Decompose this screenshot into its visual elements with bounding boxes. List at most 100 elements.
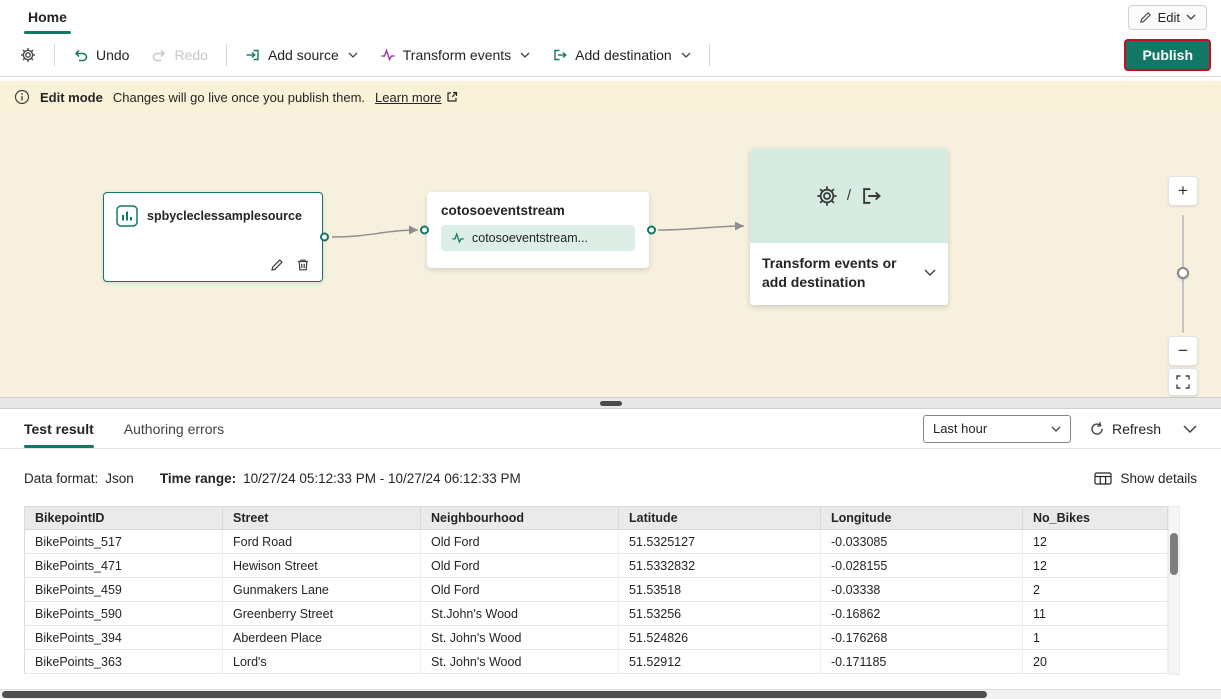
banner-title: Edit mode [40, 90, 103, 105]
placeholder-node-footer: Transform events or add destination [750, 243, 948, 305]
table-cell: 51.53518 [619, 578, 821, 602]
transform-events-button[interactable]: Transform events [370, 40, 540, 70]
chevron-down-icon [348, 52, 358, 58]
time-range-select[interactable]: Last hour [923, 415, 1071, 443]
table-cell: -0.171185 [821, 650, 1023, 674]
table-cell: 20 [1023, 650, 1168, 674]
ribbon-toolbar: Undo Redo Add source Transform events [0, 34, 1221, 77]
undo-button[interactable]: Undo [63, 40, 139, 70]
eventstream-input-port[interactable] [420, 226, 429, 235]
add-source-label: Add source [268, 47, 339, 63]
eventstream-canvas[interactable]: spbycleclessamplesource cotosoeventstrea… [0, 113, 1221, 397]
table-cell: BikePoints_363 [25, 650, 223, 674]
show-details-label: Show details [1120, 471, 1197, 486]
learn-more-label: Learn more [375, 90, 441, 105]
fit-view-button[interactable] [1168, 368, 1198, 396]
chevron-down-icon [1183, 425, 1197, 433]
edit-node-button[interactable] [270, 258, 284, 272]
external-link-icon [446, 91, 458, 103]
tab-home[interactable]: Home [14, 0, 81, 34]
refresh-button[interactable]: Refresh [1089, 421, 1161, 437]
horizontal-scrollbar[interactable] [0, 689, 1221, 699]
table-cell: St. John's Wood [421, 650, 619, 674]
zoom-in-button[interactable]: + [1168, 176, 1198, 206]
toolbar-divider [709, 44, 710, 66]
scrollbar-thumb[interactable] [1170, 533, 1178, 575]
table-row: BikePoints_363 Lord's St. John's Wood 51… [25, 650, 1168, 674]
table-vertical-scrollbar[interactable] [1168, 506, 1180, 675]
delete-node-button[interactable] [296, 258, 310, 272]
banner-message: Changes will go live once you publish th… [113, 90, 365, 105]
add-destination-label: Add destination [575, 47, 672, 63]
table-cell: Gunmakers Lane [223, 578, 421, 602]
add-destination-button[interactable]: Add destination [542, 40, 701, 70]
zoom-in-label: + [1178, 181, 1188, 201]
eventstream-output-port[interactable] [647, 226, 656, 235]
collapse-panel-button[interactable] [1183, 425, 1197, 433]
show-details-button[interactable]: Show details [1094, 471, 1197, 486]
learn-more-link[interactable]: Learn more [375, 90, 457, 105]
redo-button[interactable]: Redo [141, 40, 217, 70]
active-tab-underline [24, 31, 71, 34]
tab-home-label: Home [28, 9, 67, 25]
table-cell: 2 [1023, 578, 1168, 602]
scrollbar-thumb[interactable] [2, 691, 987, 698]
zoom-slider-handle[interactable] [1177, 267, 1189, 279]
zoom-out-button[interactable]: − [1168, 336, 1198, 366]
chevron-down-icon [520, 52, 530, 58]
panel-resize-handle[interactable] [600, 401, 622, 406]
icon-divider: / [847, 187, 851, 204]
panel-splitter [0, 397, 1221, 409]
column-header-bikepointid: BikepointID [25, 507, 223, 530]
chevron-down-icon [1186, 14, 1196, 20]
show-details-icon [1094, 472, 1112, 485]
table-cell: Greenberry Street [223, 602, 421, 626]
placeholder-node[interactable]: / Transform events or add destination [750, 148, 948, 305]
edit-button-label: Edit [1158, 10, 1180, 25]
settings-button[interactable] [10, 40, 46, 70]
table-cell: Aberdeen Place [223, 626, 421, 650]
zoom-out-label: − [1178, 341, 1188, 361]
tab-authoring-errors[interactable]: Authoring errors [124, 409, 224, 448]
table-row: BikePoints_517 Ford Road Old Ford 51.532… [25, 530, 1168, 554]
refresh-icon [1089, 421, 1105, 437]
source-output-port[interactable] [320, 233, 329, 242]
table-row: BikePoints_590 Greenberry Street St.John… [25, 602, 1168, 626]
table-cell: BikePoints_459 [25, 578, 223, 602]
eventstream-node-title: cotosoeventstream [427, 192, 649, 225]
table-cell: Old Ford [421, 578, 619, 602]
source-node-title: spbycleclessamplesource [147, 209, 302, 223]
table-cell: Lord's [223, 650, 421, 674]
placeholder-node-illustration: / [750, 148, 948, 243]
placeholder-node-label: Transform events or add destination [762, 254, 918, 292]
column-header-longitude: Longitude [821, 507, 1023, 530]
table-cell: Old Ford [421, 554, 619, 578]
eventstream-pill-label: cotosoeventstream... [472, 231, 588, 245]
time-range-select-value: Last hour [933, 421, 987, 436]
chevron-down-icon [1051, 426, 1061, 432]
table-cell: Ford Road [223, 530, 421, 554]
chevron-down-icon [681, 52, 691, 58]
source-node[interactable]: spbycleclessamplesource [103, 192, 323, 282]
zoom-slider[interactable] [1168, 215, 1198, 333]
results-table-area: BikepointID Street Neighbourhood Latitud… [24, 506, 1197, 699]
app-root: Home Edit Undo [0, 0, 1221, 699]
edit-button[interactable]: Edit [1128, 5, 1207, 30]
publish-button[interactable]: Publish [1124, 39, 1211, 71]
bar-chart-icon [116, 205, 138, 227]
pencil-icon [1139, 11, 1152, 24]
eventstream-pill[interactable]: cotosoeventstream... [441, 225, 635, 251]
column-header-street: Street [223, 507, 421, 530]
tab-test-result[interactable]: Test result [24, 409, 94, 448]
add-source-button[interactable]: Add source [235, 40, 368, 70]
tab-authoring-errors-label: Authoring errors [124, 421, 224, 437]
table-cell: -0.03338 [821, 578, 1023, 602]
data-format-label: Data format: [24, 471, 98, 486]
table-cell: 12 [1023, 554, 1168, 578]
undo-icon [73, 47, 89, 63]
transform-events-label: Transform events [403, 47, 511, 63]
table-cell: St. John's Wood [421, 626, 619, 650]
topbar-right: Edit [1128, 0, 1207, 34]
refresh-label: Refresh [1112, 421, 1161, 437]
eventstream-node[interactable]: cotosoeventstream cotosoeventstream... [427, 192, 649, 268]
